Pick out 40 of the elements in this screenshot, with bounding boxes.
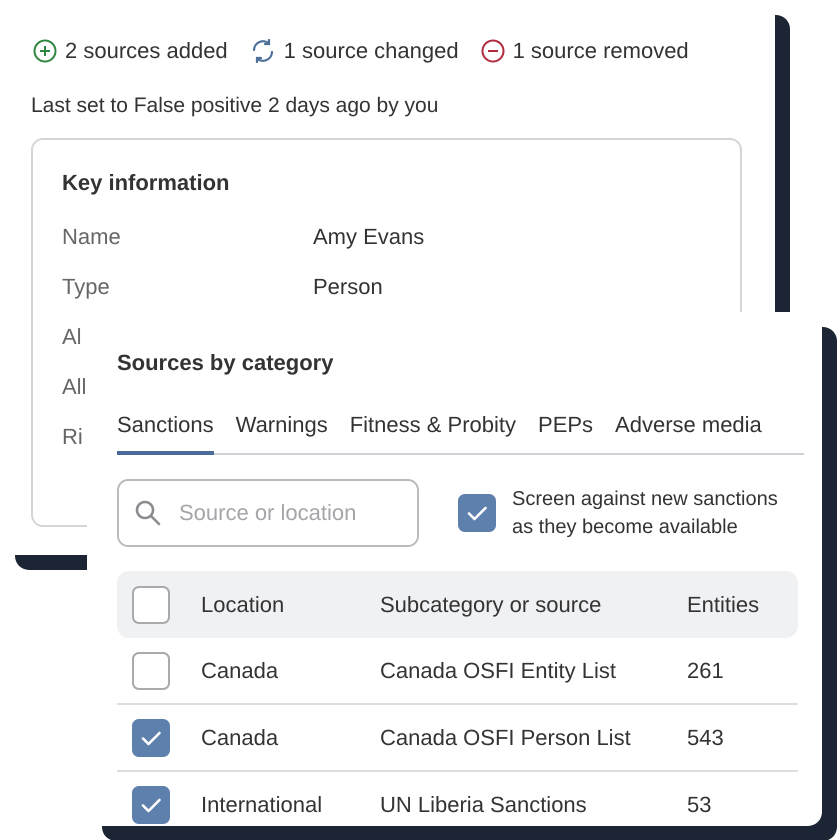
category-tab[interactable]: Warnings <box>236 412 328 455</box>
field-value: Amy Evans <box>313 224 424 250</box>
field-label: Type <box>62 274 110 299</box>
panel-title: Sources by category <box>117 349 334 377</box>
table-cell-text: International <box>201 792 324 818</box>
field-label: Ri <box>62 424 83 449</box>
category-tab[interactable]: Fitness & Probity <box>350 412 516 455</box>
category-tab[interactable]: Adverse media <box>615 412 762 455</box>
plus-circle-icon <box>33 39 57 63</box>
checkbox[interactable] <box>458 494 496 532</box>
change-summary: 2 sources added <box>65 38 228 64</box>
change-summary: 1 source changed <box>284 38 459 64</box>
search-field[interactable]: Source or location <box>117 479 419 547</box>
checkbox[interactable] <box>132 652 170 690</box>
category-tab[interactable]: Sanctions <box>117 412 214 455</box>
checkbox[interactable] <box>132 718 170 756</box>
status-text: Last set to False positive 2 days ago by you <box>31 93 440 119</box>
table-cell: 261 <box>687 658 724 684</box>
field-label: Al <box>62 324 82 349</box>
table-cell-text: Canada OSFI Entity List <box>380 658 617 684</box>
search-icon <box>134 499 162 527</box>
column-header: Entities <box>687 592 760 618</box>
table-cell-text: UN Liberia Sanctions <box>380 792 588 818</box>
field-label: Name <box>62 224 121 249</box>
section-title: Key information <box>62 169 230 197</box>
table-cell-text: Canada <box>201 658 280 684</box>
table-cell: 53 <box>687 792 712 818</box>
column-header: Subcategory or source <box>380 592 602 618</box>
column-header: Location <box>201 592 286 618</box>
table-cell-text: Canada <box>201 724 280 750</box>
change-summary: 1 source removed <box>512 38 689 64</box>
table-cell: 543 <box>687 724 724 750</box>
checkbox[interactable] <box>132 786 170 824</box>
category-tab[interactable]: PEPs <box>538 412 594 455</box>
checkbox[interactable] <box>132 586 170 624</box>
minus-circle-icon <box>480 39 505 63</box>
checkbox-label: Screen against new sanctions as they become available <box>512 487 779 540</box>
field-label: All <box>62 374 86 399</box>
field-value: Person <box>313 274 383 300</box>
table-cell-text: Canada OSFI Person List <box>380 724 632 750</box>
